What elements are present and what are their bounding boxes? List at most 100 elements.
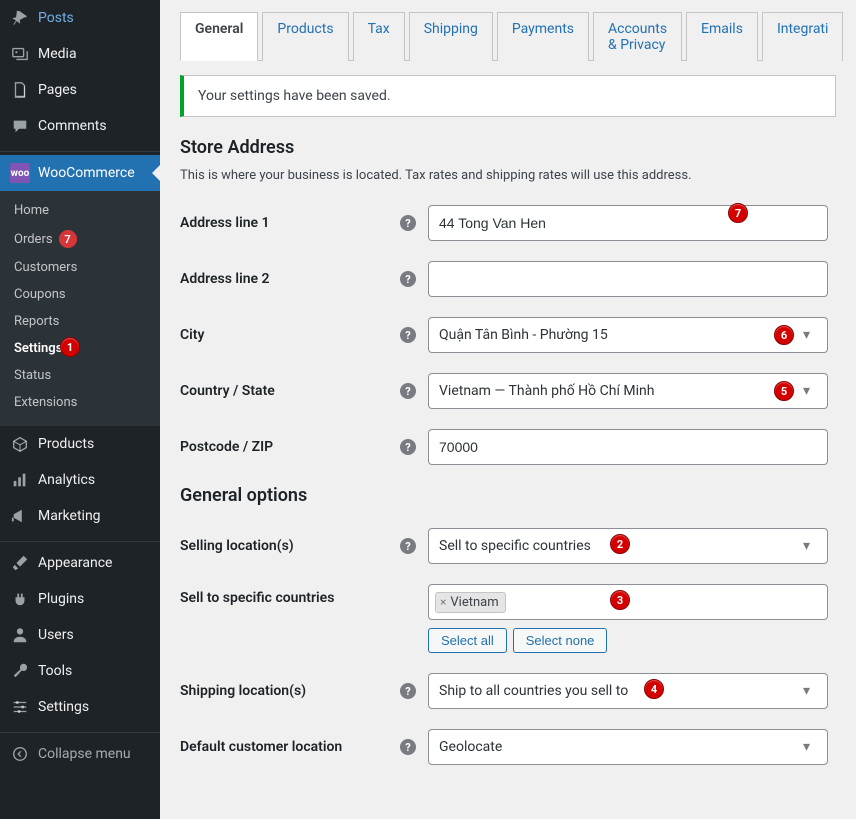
comment-icon (10, 116, 30, 136)
sidebar-label: Marketing (38, 508, 101, 524)
user-icon (10, 625, 30, 645)
orders-badge: 7 (59, 230, 77, 248)
media-icon (10, 44, 30, 64)
label-address1: Address line 1 (180, 215, 400, 231)
annotation-marker-6: 6 (774, 325, 794, 345)
row-city: City ? Quận Tân Bình - Phường 15 ▾ 6 (180, 317, 836, 353)
plug-icon (10, 589, 30, 609)
row-selling-locations: Selling location(s) ? Sell to specific c… (180, 528, 836, 564)
tab-accounts-privacy[interactable]: Accounts & Privacy (593, 12, 682, 61)
annotation-marker-7: 7 (728, 203, 748, 223)
row-address1: Address line 1 ? 7 (180, 205, 836, 241)
sidebar-label: Pages (38, 82, 77, 98)
annotation-marker-5: 5 (774, 381, 794, 401)
select-city[interactable]: Quận Tân Bình - Phường 15 ▾ (428, 317, 828, 353)
sidebar-label: Analytics (38, 472, 95, 488)
submenu-item-reports[interactable]: Reports (0, 308, 160, 335)
sidebar-label: Users (38, 627, 74, 643)
sidebar-item-analytics[interactable]: Analytics (0, 462, 160, 498)
row-address2: Address line 2 ? (180, 261, 836, 297)
sidebar-item-marketing[interactable]: Marketing (0, 498, 160, 534)
chevron-down-icon: ▾ (803, 739, 817, 755)
remove-token-icon[interactable]: × (440, 595, 446, 609)
label-country: Country / State (180, 383, 400, 399)
help-icon[interactable]: ? (400, 439, 416, 455)
sliders-icon (10, 697, 30, 717)
sidebar-item-comments[interactable]: Comments (0, 108, 160, 144)
sidebar-label: WooCommerce (38, 165, 135, 181)
submenu-item-coupons[interactable]: Coupons (0, 281, 160, 308)
sidebar-item-users[interactable]: Users (0, 617, 160, 653)
sidebar-label: Appearance (38, 555, 112, 571)
sidebar-label: Products (38, 436, 94, 452)
sidebar-separator (0, 537, 160, 542)
woocommerce-icon: woo (10, 163, 30, 183)
country-token: × Vietnam (435, 592, 506, 613)
settings-tabs: General Products Tax Shipping Payments A… (180, 12, 836, 61)
input-address2[interactable] (428, 261, 828, 297)
sidebar-label: Media (38, 46, 77, 62)
row-sell-to-countries: Sell to specific countries ? × Vietnam 3… (180, 584, 836, 653)
sidebar-item-woocommerce[interactable]: woo WooCommerce (0, 155, 160, 191)
tab-products[interactable]: Products (262, 12, 348, 61)
sidebar-item-posts[interactable]: Posts (0, 0, 160, 36)
submenu-item-status[interactable]: Status (0, 362, 160, 389)
select-all-button[interactable]: Select all (428, 628, 507, 653)
sidebar-item-media[interactable]: Media (0, 36, 160, 72)
tab-integration[interactable]: Integrati (762, 12, 843, 61)
chevron-down-icon: ▾ (803, 327, 817, 343)
input-address1[interactable] (428, 205, 828, 241)
sidebar-item-appearance[interactable]: Appearance (0, 545, 160, 581)
annotation-marker-1: 1 (60, 337, 80, 357)
submenu-item-home[interactable]: Home (0, 197, 160, 224)
sidebar-item-tools[interactable]: Tools (0, 653, 160, 689)
success-notice: Your settings have been saved. (180, 75, 836, 117)
megaphone-icon (10, 506, 30, 526)
chevron-down-icon: ▾ (803, 683, 817, 699)
sidebar-label: Tools (38, 663, 72, 679)
input-postcode[interactable] (428, 429, 828, 465)
row-shipping-locations: Shipping location(s) ? Ship to all count… (180, 673, 836, 709)
sidebar-item-plugins[interactable]: Plugins (0, 581, 160, 617)
row-postcode: Postcode / ZIP ? (180, 429, 836, 465)
sidebar-item-products[interactable]: Products (0, 426, 160, 462)
select-none-button[interactable]: Select none (513, 628, 608, 653)
submenu-item-orders[interactable]: Orders 7 (0, 224, 160, 254)
help-icon[interactable]: ? (400, 215, 416, 231)
woocommerce-submenu: Home Orders 7 Customers Coupons Reports … (0, 191, 160, 426)
analytics-icon (10, 470, 30, 490)
tab-tax[interactable]: Tax (353, 12, 405, 61)
pages-icon (10, 80, 30, 100)
sidebar-item-settings-main[interactable]: Settings (0, 689, 160, 725)
submenu-item-customers[interactable]: Customers (0, 254, 160, 281)
help-icon[interactable]: ? (400, 739, 416, 755)
label-city: City (180, 327, 400, 343)
tab-payments[interactable]: Payments (497, 12, 589, 61)
help-icon[interactable]: ? (400, 327, 416, 343)
chevron-down-icon: ▾ (803, 538, 817, 554)
select-default-location[interactable]: Geolocate ▾ (428, 729, 828, 765)
tab-general[interactable]: General (180, 12, 258, 61)
wrench-icon (10, 661, 30, 681)
tab-shipping[interactable]: Shipping (409, 12, 493, 61)
chevron-down-icon: ▾ (803, 383, 817, 399)
sidebar-label: Collapse menu (38, 746, 131, 762)
row-country: Country / State ? Vietnam — Thành phố Hồ… (180, 373, 836, 409)
sidebar-collapse[interactable]: Collapse menu (0, 736, 160, 772)
help-icon[interactable]: ? (400, 538, 416, 554)
help-icon[interactable]: ? (400, 383, 416, 399)
label-postcode: Postcode / ZIP (180, 439, 400, 455)
help-icon[interactable]: ? (400, 683, 416, 699)
help-icon[interactable]: ? (400, 271, 416, 287)
sidebar-item-pages[interactable]: Pages (0, 72, 160, 108)
collapse-icon (10, 744, 30, 764)
submenu-item-extensions[interactable]: Extensions (0, 389, 160, 416)
tab-emails[interactable]: Emails (686, 12, 758, 61)
annotation-marker-4: 4 (644, 679, 664, 699)
sidebar-label: Posts (38, 10, 74, 26)
row-default-customer-location: Default customer location ? Geolocate ▾ (180, 729, 836, 765)
section-desc: This is where your business is located. … (180, 168, 836, 183)
select-country-state[interactable]: Vietnam — Thành phố Hồ Chí Minh ▾ (428, 373, 828, 409)
submenu-item-settings[interactable]: Settings 1 (0, 335, 160, 362)
select-shipping-locations[interactable]: Ship to all countries you sell to ▾ (428, 673, 828, 709)
